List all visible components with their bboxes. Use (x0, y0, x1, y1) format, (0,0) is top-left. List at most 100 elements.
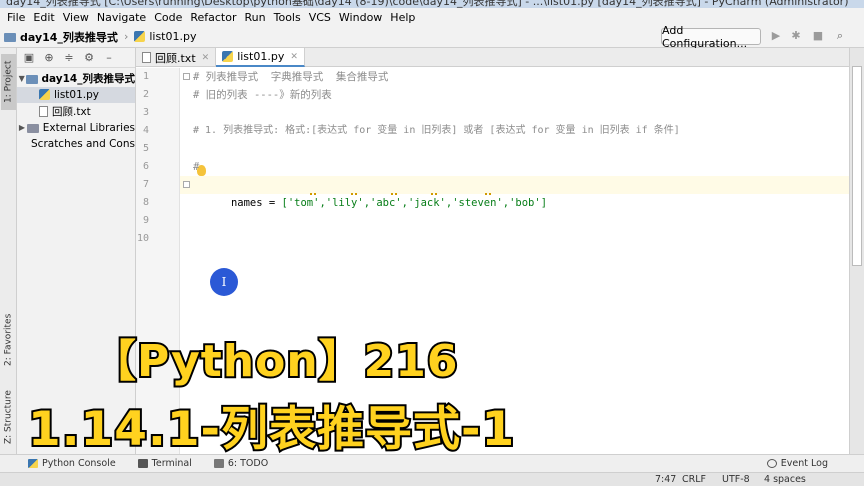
python-console-icon (28, 459, 38, 468)
todo-icon (213, 459, 224, 468)
python-file-icon (222, 51, 234, 62)
terminal-label: Terminal (151, 458, 192, 469)
warning-squiggle (431, 192, 437, 195)
search-icon[interactable]: ⌕ (834, 30, 846, 42)
menu-edit[interactable]: Edit (29, 11, 58, 24)
code-string-list: ['tom','lily','abc','jack','steven','bob… (281, 197, 548, 209)
tab-list01[interactable]: list01.py ✕ (216, 48, 305, 67)
library-icon (26, 124, 39, 134)
gear-icon[interactable]: ⚙ (83, 51, 95, 64)
python-console-label: Python Console (42, 458, 116, 469)
line-number: 10 (136, 233, 149, 244)
event-log-tab[interactable]: Event Log (766, 458, 828, 469)
line-number: 3 (142, 107, 149, 118)
hide-icon[interactable]: – (103, 51, 115, 64)
tree-item-label: Scratches and Consoles (31, 138, 135, 151)
event-log-icon (766, 459, 777, 468)
tree-item-project-root[interactable]: ▼ day14_列表推导式 (17, 70, 135, 87)
tree-item-scratches[interactable]: Scratches and Consoles (17, 136, 135, 153)
debug-icon[interactable]: ✱ (790, 30, 802, 42)
indent-setting[interactable]: 4 spaces (764, 474, 806, 485)
line-number: 5 (142, 143, 149, 154)
tree-item-list01[interactable]: list01.py (17, 86, 135, 103)
menu-help[interactable]: Help (386, 11, 419, 24)
code-line-4: # 1. 列表推导式: 格式:[表达式 for 变量 in 旧列表] 或者 [表… (193, 125, 680, 136)
todo-label: 6: TODO (227, 458, 269, 469)
text-file-icon (142, 52, 151, 63)
tree-item-review-txt[interactable]: 回顾.txt (17, 103, 135, 120)
line-number: 2 (142, 89, 149, 100)
tree-item-label: 回顾.txt (52, 105, 91, 118)
line-separator[interactable]: CRLF (682, 474, 706, 485)
folder-icon (26, 74, 38, 84)
structure-tool-tab[interactable]: Z: Structure (1, 386, 16, 448)
tab-label: 回顾.txt (155, 51, 196, 65)
project-tool-tab[interactable]: 1: Project (1, 54, 16, 110)
favorites-tool-tab[interactable]: 2: Favorites (1, 310, 16, 370)
menu-tools[interactable]: Tools (270, 11, 305, 24)
menu-code[interactable]: Code (150, 11, 186, 24)
status-bar: 7:47 CRLF UTF-8 4 spaces (0, 472, 864, 486)
breadcrumb-separator: › (123, 30, 129, 43)
window-title: day14_列表推导式 [C:\Users\running\Desktop\py… (6, 0, 849, 8)
terminal-tab[interactable]: Terminal (137, 458, 192, 469)
collapse-icon[interactable]: ≑ (63, 51, 75, 64)
menu-file[interactable]: File (3, 11, 29, 24)
editor-tab-bar: 回顾.txt ✕ list01.py ✕ (136, 48, 849, 67)
warning-squiggle (310, 192, 316, 195)
tree-item-label: External Libraries (42, 121, 135, 134)
tab-label: list01.py (237, 50, 285, 63)
menu-view[interactable]: View (59, 11, 93, 24)
fold-marker-icon[interactable] (183, 181, 190, 188)
code-line-2: # 旧的列表 ----》新的列表 (193, 89, 332, 101)
title-bar: day14_列表推导式 [C:\Users\running\Desktop\py… (0, 0, 864, 8)
project-toolbar: ▣ ⊕ ≑ ⚙ – (17, 48, 135, 68)
stop-icon[interactable]: ■ (812, 30, 824, 42)
code-line-1: # 列表推导式 字典推导式 集合推导式 (193, 71, 389, 83)
todo-tab[interactable]: 6: TODO (213, 458, 269, 469)
breadcrumb-file[interactable]: list01.py (149, 30, 196, 43)
menu-refactor[interactable]: Refactor (186, 11, 240, 24)
menu-vcs[interactable]: VCS (305, 11, 335, 24)
code-line-7: names = ['tom','lily','abc','jack','stev… (193, 176, 547, 209)
tab-review-txt[interactable]: 回顾.txt ✕ (136, 48, 217, 67)
line-number: 8 (142, 197, 149, 208)
run-icon[interactable]: ▶ (770, 30, 782, 42)
fold-marker-icon[interactable] (183, 73, 190, 80)
vertical-scrollbar[interactable] (849, 48, 864, 454)
line-number: 9 (142, 215, 149, 226)
folder-icon (4, 33, 16, 42)
close-icon[interactable]: ✕ (202, 53, 210, 63)
text-file-icon (39, 105, 48, 117)
add-configuration-button[interactable]: Add Configuration... (661, 24, 761, 50)
file-encoding[interactable]: UTF-8 (722, 474, 750, 485)
python-file-icon (134, 31, 146, 42)
mouse-cursor-indicator: I (210, 268, 238, 296)
video-caption-subtitle: 1.14.1-列表推导式-1 (26, 400, 516, 459)
scrollbar-thumb[interactable] (852, 66, 862, 266)
expand-arrow-icon[interactable]: ▼ (17, 74, 26, 83)
line-number: 6 (142, 161, 149, 172)
menu-window[interactable]: Window (335, 11, 386, 24)
menu-run[interactable]: Run (241, 11, 270, 24)
tree-item-external-libraries[interactable]: ▶ External Libraries (17, 120, 135, 137)
expand-arrow-icon[interactable]: ▶ (17, 123, 27, 132)
project-tree: ▼ day14_列表推导式 list01.py 回顾.txt ▶ Externa… (17, 68, 135, 153)
line-number: 1 (142, 71, 149, 82)
breadcrumb: day14_列表推导式 › list01.py (4, 29, 197, 45)
line-number: 7 (142, 179, 149, 190)
event-log-label: Event Log (780, 458, 828, 469)
python-file-icon (39, 89, 50, 101)
breadcrumb-project[interactable]: day14_列表推导式 (20, 29, 118, 45)
terminal-icon (137, 459, 148, 468)
caret-position[interactable]: 7:47 (655, 474, 676, 485)
video-caption-title: 【Python】216 (90, 334, 460, 389)
locate-icon[interactable]: ⊕ (43, 51, 55, 64)
menu-navigate[interactable]: Navigate (93, 11, 150, 24)
project-view-icon[interactable]: ▣ (23, 51, 35, 64)
python-console-tab[interactable]: Python Console (28, 458, 116, 469)
close-icon[interactable]: ✕ (290, 52, 298, 62)
code-line-6: # (193, 161, 200, 173)
line-number: 4 (142, 125, 149, 136)
warning-squiggle (351, 192, 357, 195)
